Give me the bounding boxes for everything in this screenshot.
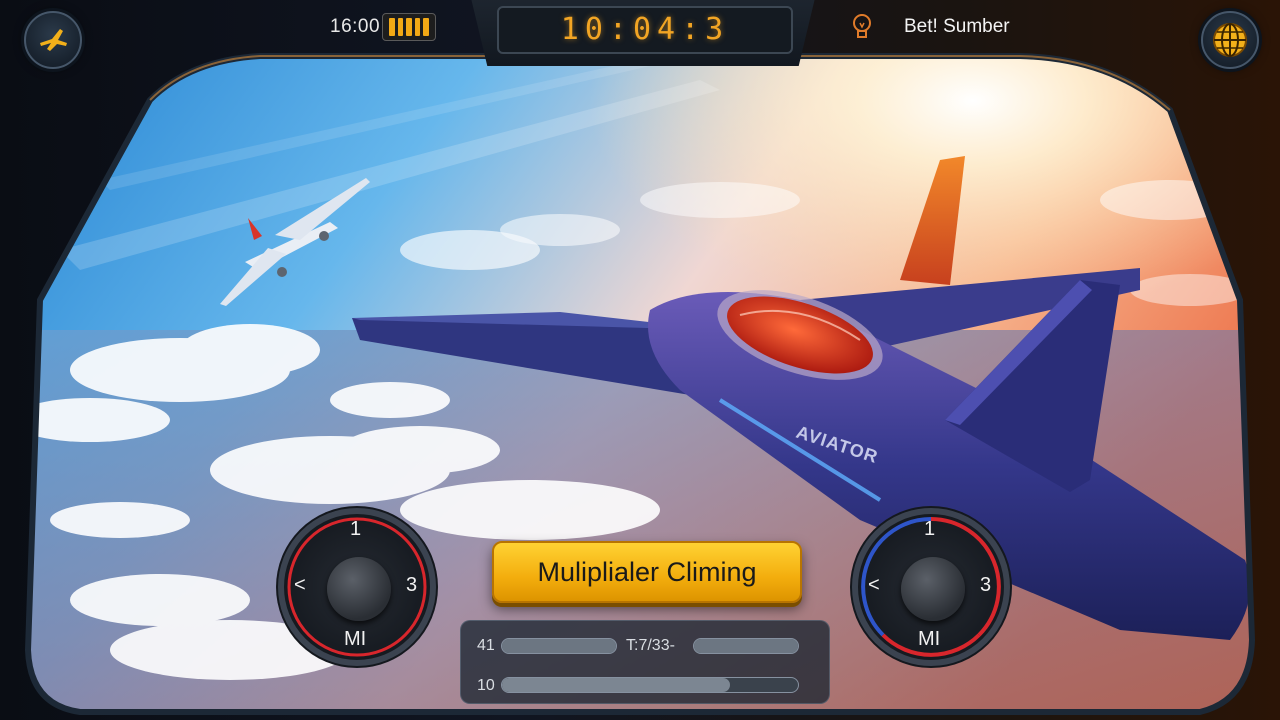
- stats-row1-right-bar: [693, 638, 799, 654]
- multiplier-climbing-button[interactable]: Muliplialer Climing: [492, 541, 802, 603]
- left-dial-right-label: 3: [406, 574, 418, 596]
- stats-row2-label: 10: [477, 677, 495, 694]
- stats-row1-label: 41: [477, 637, 495, 654]
- bet-number-label[interactable]: Bet! Sumber: [904, 16, 1010, 38]
- globe-icon: [1213, 23, 1247, 57]
- left-dial-knob[interactable]: [327, 557, 391, 621]
- left-dial-top-label: 1: [350, 518, 362, 540]
- plane-logo-button[interactable]: [24, 11, 82, 69]
- stats-panel: 41 T:7/33- 10: [460, 620, 830, 704]
- right-dial-bottom-label: MI: [918, 628, 941, 650]
- right-control-dial[interactable]: 1 < 3 MI: [850, 506, 1012, 668]
- round-timer: 10:04:3: [497, 6, 793, 54]
- stats-row2-progress-bar: [501, 677, 799, 693]
- plane-logo-icon: [40, 29, 67, 51]
- globe-button[interactable]: [1201, 11, 1259, 69]
- left-dial-left-label[interactable]: <: [294, 574, 306, 597]
- sky-scene: AVIATOR: [24, 53, 1256, 715]
- lightbulb-icon: [853, 14, 871, 38]
- stats-row1-left-bar: [501, 638, 617, 654]
- right-dial-right-label: 3: [980, 574, 992, 596]
- clock-time: 16:00: [330, 16, 381, 37]
- right-dial-left-label[interactable]: <: [868, 574, 880, 597]
- left-control-dial[interactable]: 1 < 3 MI: [276, 506, 438, 668]
- battery-icon: [382, 13, 436, 41]
- stats-row1-center-text: T:7/33-: [626, 637, 675, 654]
- left-dial-bottom-label: MI: [344, 628, 367, 650]
- game-screen: AVIATOR 16:00 10:04:3 Bet! Sumber 1 < 3 …: [0, 0, 1280, 720]
- right-dial-knob[interactable]: [901, 557, 965, 621]
- right-dial-top-label: 1: [924, 518, 936, 540]
